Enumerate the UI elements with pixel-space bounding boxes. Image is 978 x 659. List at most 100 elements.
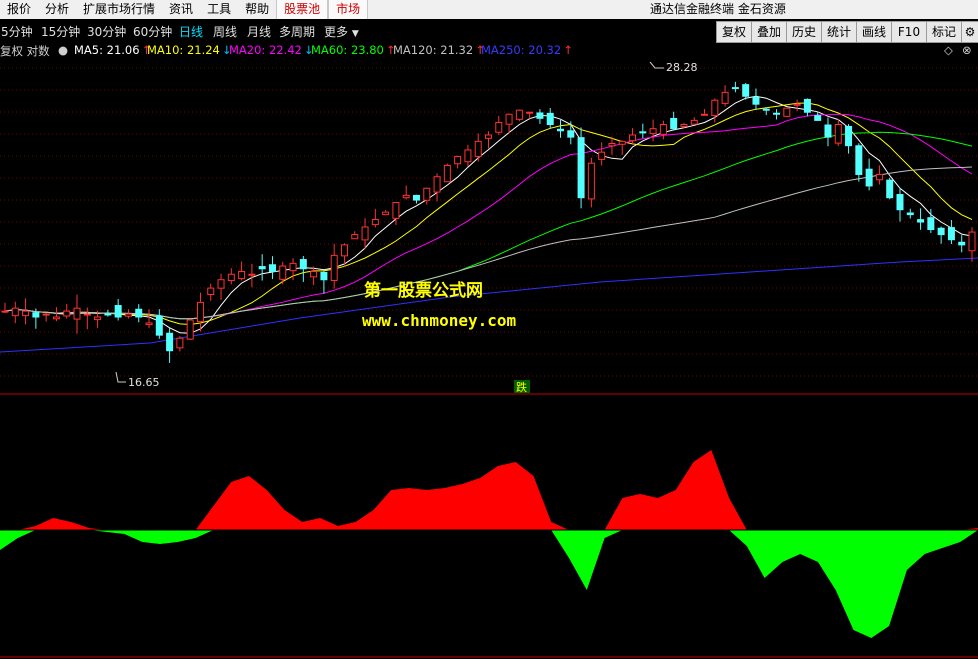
candle-body: [711, 99, 719, 117]
candle-body: [886, 179, 894, 199]
candle-body: [433, 176, 441, 193]
candle-body: [680, 124, 688, 127]
ma120-line: [4, 166, 973, 320]
candlestick: [166, 327, 174, 363]
candle-body: [299, 259, 307, 270]
candlestick: [248, 263, 256, 288]
candlestick: [464, 144, 472, 167]
candle-body: [917, 219, 925, 223]
candlestick: [258, 254, 266, 281]
candle-body: [773, 112, 781, 115]
candlestick: [310, 266, 318, 285]
candlestick: [268, 256, 276, 280]
candle-body: [42, 313, 50, 316]
ma250-line: [0, 257, 978, 353]
candlestick: [886, 177, 894, 200]
candle-body: [618, 140, 626, 145]
candle-body: [330, 254, 338, 281]
candlestick: [618, 140, 626, 155]
candle-body: [63, 310, 71, 317]
candlestick: [485, 131, 492, 149]
signal-label: 跌: [516, 380, 527, 394]
candle-body: [104, 313, 112, 316]
candlestick: [731, 81, 739, 93]
ma20-label: MA20: 22.42 ↓: [229, 43, 314, 57]
candle-body: [52, 316, 60, 320]
candlestick: [22, 298, 30, 325]
candle-body: [896, 194, 904, 211]
candle-body: [248, 273, 256, 276]
ma5-label: MA5: 21.06 ↑: [74, 43, 152, 57]
candle-body: [371, 219, 379, 226]
candlestick: [896, 187, 904, 222]
candle-body: [238, 270, 246, 280]
candlestick: [783, 107, 791, 117]
candle-body: [865, 168, 873, 187]
close-icon[interactable]: ⊗: [962, 43, 972, 57]
candle-body: [515, 109, 523, 120]
candlestick: [330, 243, 338, 289]
candle-body: [536, 112, 544, 119]
candlestick: [145, 309, 153, 329]
candlestick: [196, 292, 204, 332]
candlestick: [227, 268, 235, 285]
candle-body: [361, 226, 369, 241]
candlestick: [1, 302, 9, 313]
candlestick: [917, 208, 925, 230]
indicator-positive-area: [0, 450, 978, 530]
candle-body: [762, 108, 770, 111]
candlestick: [217, 273, 225, 301]
candle-body: [968, 231, 976, 252]
candle-body: [94, 316, 102, 321]
ma60-label: MA60: 23.80 ↑: [311, 43, 396, 57]
candle-body: [495, 121, 503, 133]
candlestick: [947, 219, 955, 245]
candle-body: [83, 313, 91, 316]
candlestick: [443, 163, 451, 183]
candle-body: [402, 194, 410, 199]
candlestick: [937, 226, 945, 244]
candle-body: [412, 194, 420, 201]
candlestick: [73, 294, 81, 334]
candlestick: [176, 336, 184, 352]
candlestick: [701, 109, 709, 116]
candle-body: [124, 313, 132, 317]
candle-body: [803, 98, 811, 113]
ma10-label: MA10: 21.24 ↓: [147, 43, 232, 57]
candle-body: [855, 145, 863, 175]
candle-body: [824, 124, 832, 138]
candle-body: [608, 143, 616, 147]
candlestick: [865, 158, 873, 191]
candlestick: [773, 109, 781, 120]
candlestick: [803, 98, 811, 117]
candle-body: [166, 332, 174, 352]
candlestick: [721, 85, 729, 107]
ma60-line: [4, 131, 973, 320]
price-annotations: 28.28 16.65 跌: [115, 61, 698, 394]
indicator-negative-area: [0, 530, 978, 638]
candlestick: [515, 109, 523, 122]
expand-icon[interactable]: ◇: [944, 43, 953, 57]
candlestick: [639, 123, 647, 139]
watermark-title: 第一股票公式网: [364, 281, 483, 301]
candlestick: [824, 117, 832, 147]
candlestick: [546, 108, 554, 129]
candlestick: [83, 307, 91, 330]
candle-body: [731, 87, 739, 90]
candlestick: [742, 82, 750, 100]
candle-body: [443, 164, 451, 183]
candle-body: [155, 315, 163, 336]
candlestick: [52, 307, 60, 322]
watermark-url: www.chnmoney.com: [362, 311, 517, 330]
candle-body: [464, 149, 472, 163]
candlestick: [382, 210, 390, 216]
candle-body: [834, 124, 842, 144]
candle-body: [454, 156, 462, 165]
chevron-circle-icon[interactable]: ●: [58, 43, 68, 57]
candle-body: [526, 111, 534, 114]
candlestick: [968, 227, 976, 262]
candlestick: [454, 155, 462, 169]
low-price-label: 16.65: [128, 376, 160, 389]
high-price-label: 28.28: [666, 61, 698, 74]
candle-body: [176, 337, 184, 349]
